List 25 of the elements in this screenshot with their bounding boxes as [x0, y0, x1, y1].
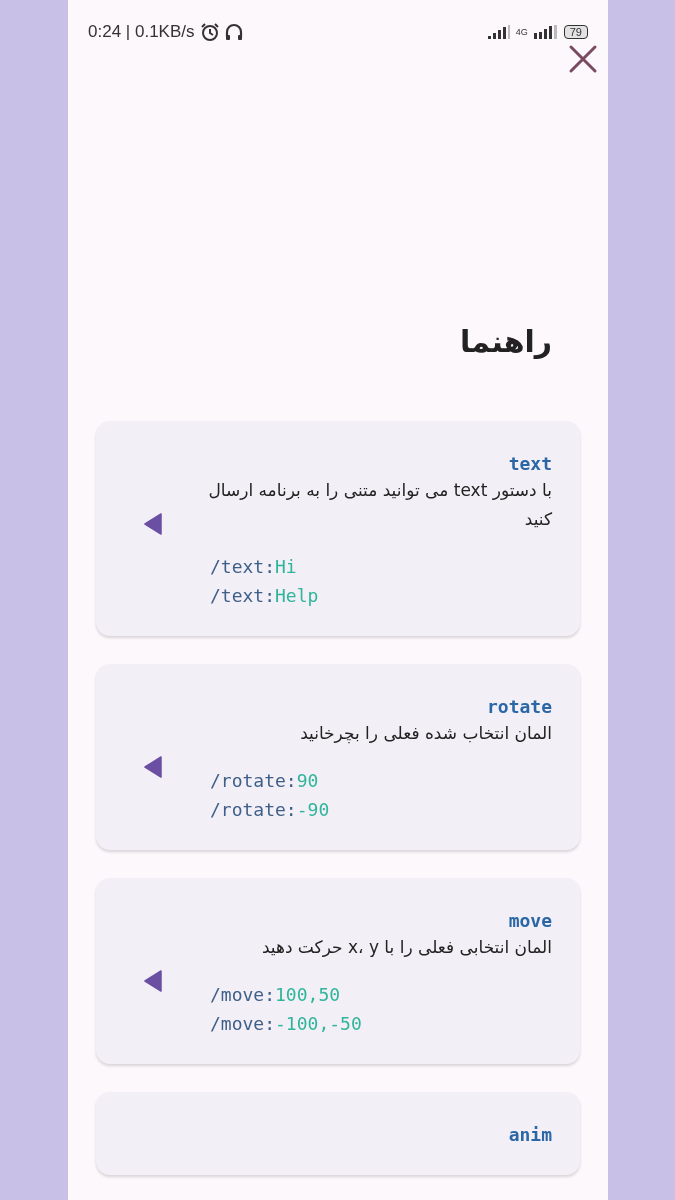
code-example: /text:Hi	[210, 556, 298, 577]
code-example: /rotate:90	[210, 770, 320, 791]
headphones-icon	[224, 22, 245, 42]
code-example: /move:100,50	[210, 984, 342, 1005]
command-name: text	[507, 453, 552, 474]
alarm-clock-icon	[200, 22, 221, 42]
triangle-icon	[144, 756, 162, 778]
command-name: anim	[507, 1124, 552, 1145]
command-name: move	[507, 910, 552, 931]
code-example: /text:Help	[210, 585, 320, 606]
status-time-speed: 0:24 | 0.1KB/s	[88, 22, 195, 42]
signal-icon	[487, 25, 510, 39]
command-description: المان انتخاب شده فعلی را بچرخانید	[299, 722, 552, 746]
triangle-icon	[144, 513, 162, 535]
battery-level: 79	[563, 25, 588, 39]
command-name: rotate	[485, 696, 552, 717]
signal-icon	[533, 25, 558, 39]
page-title: راهنما	[459, 324, 553, 359]
code-example: /move:-100,-50	[210, 1013, 363, 1034]
network-type-label: 4G	[515, 27, 528, 37]
code-example: /rotate:-90	[210, 799, 331, 820]
close-button[interactable]	[568, 44, 598, 74]
triangle-icon	[144, 970, 162, 992]
command-description: با دستور text می توانید متنی را به برنامه ارسال کنید	[208, 479, 552, 531]
command-description: المان انتخابی فعلی را با x، y حرکت دهید	[260, 936, 552, 959]
